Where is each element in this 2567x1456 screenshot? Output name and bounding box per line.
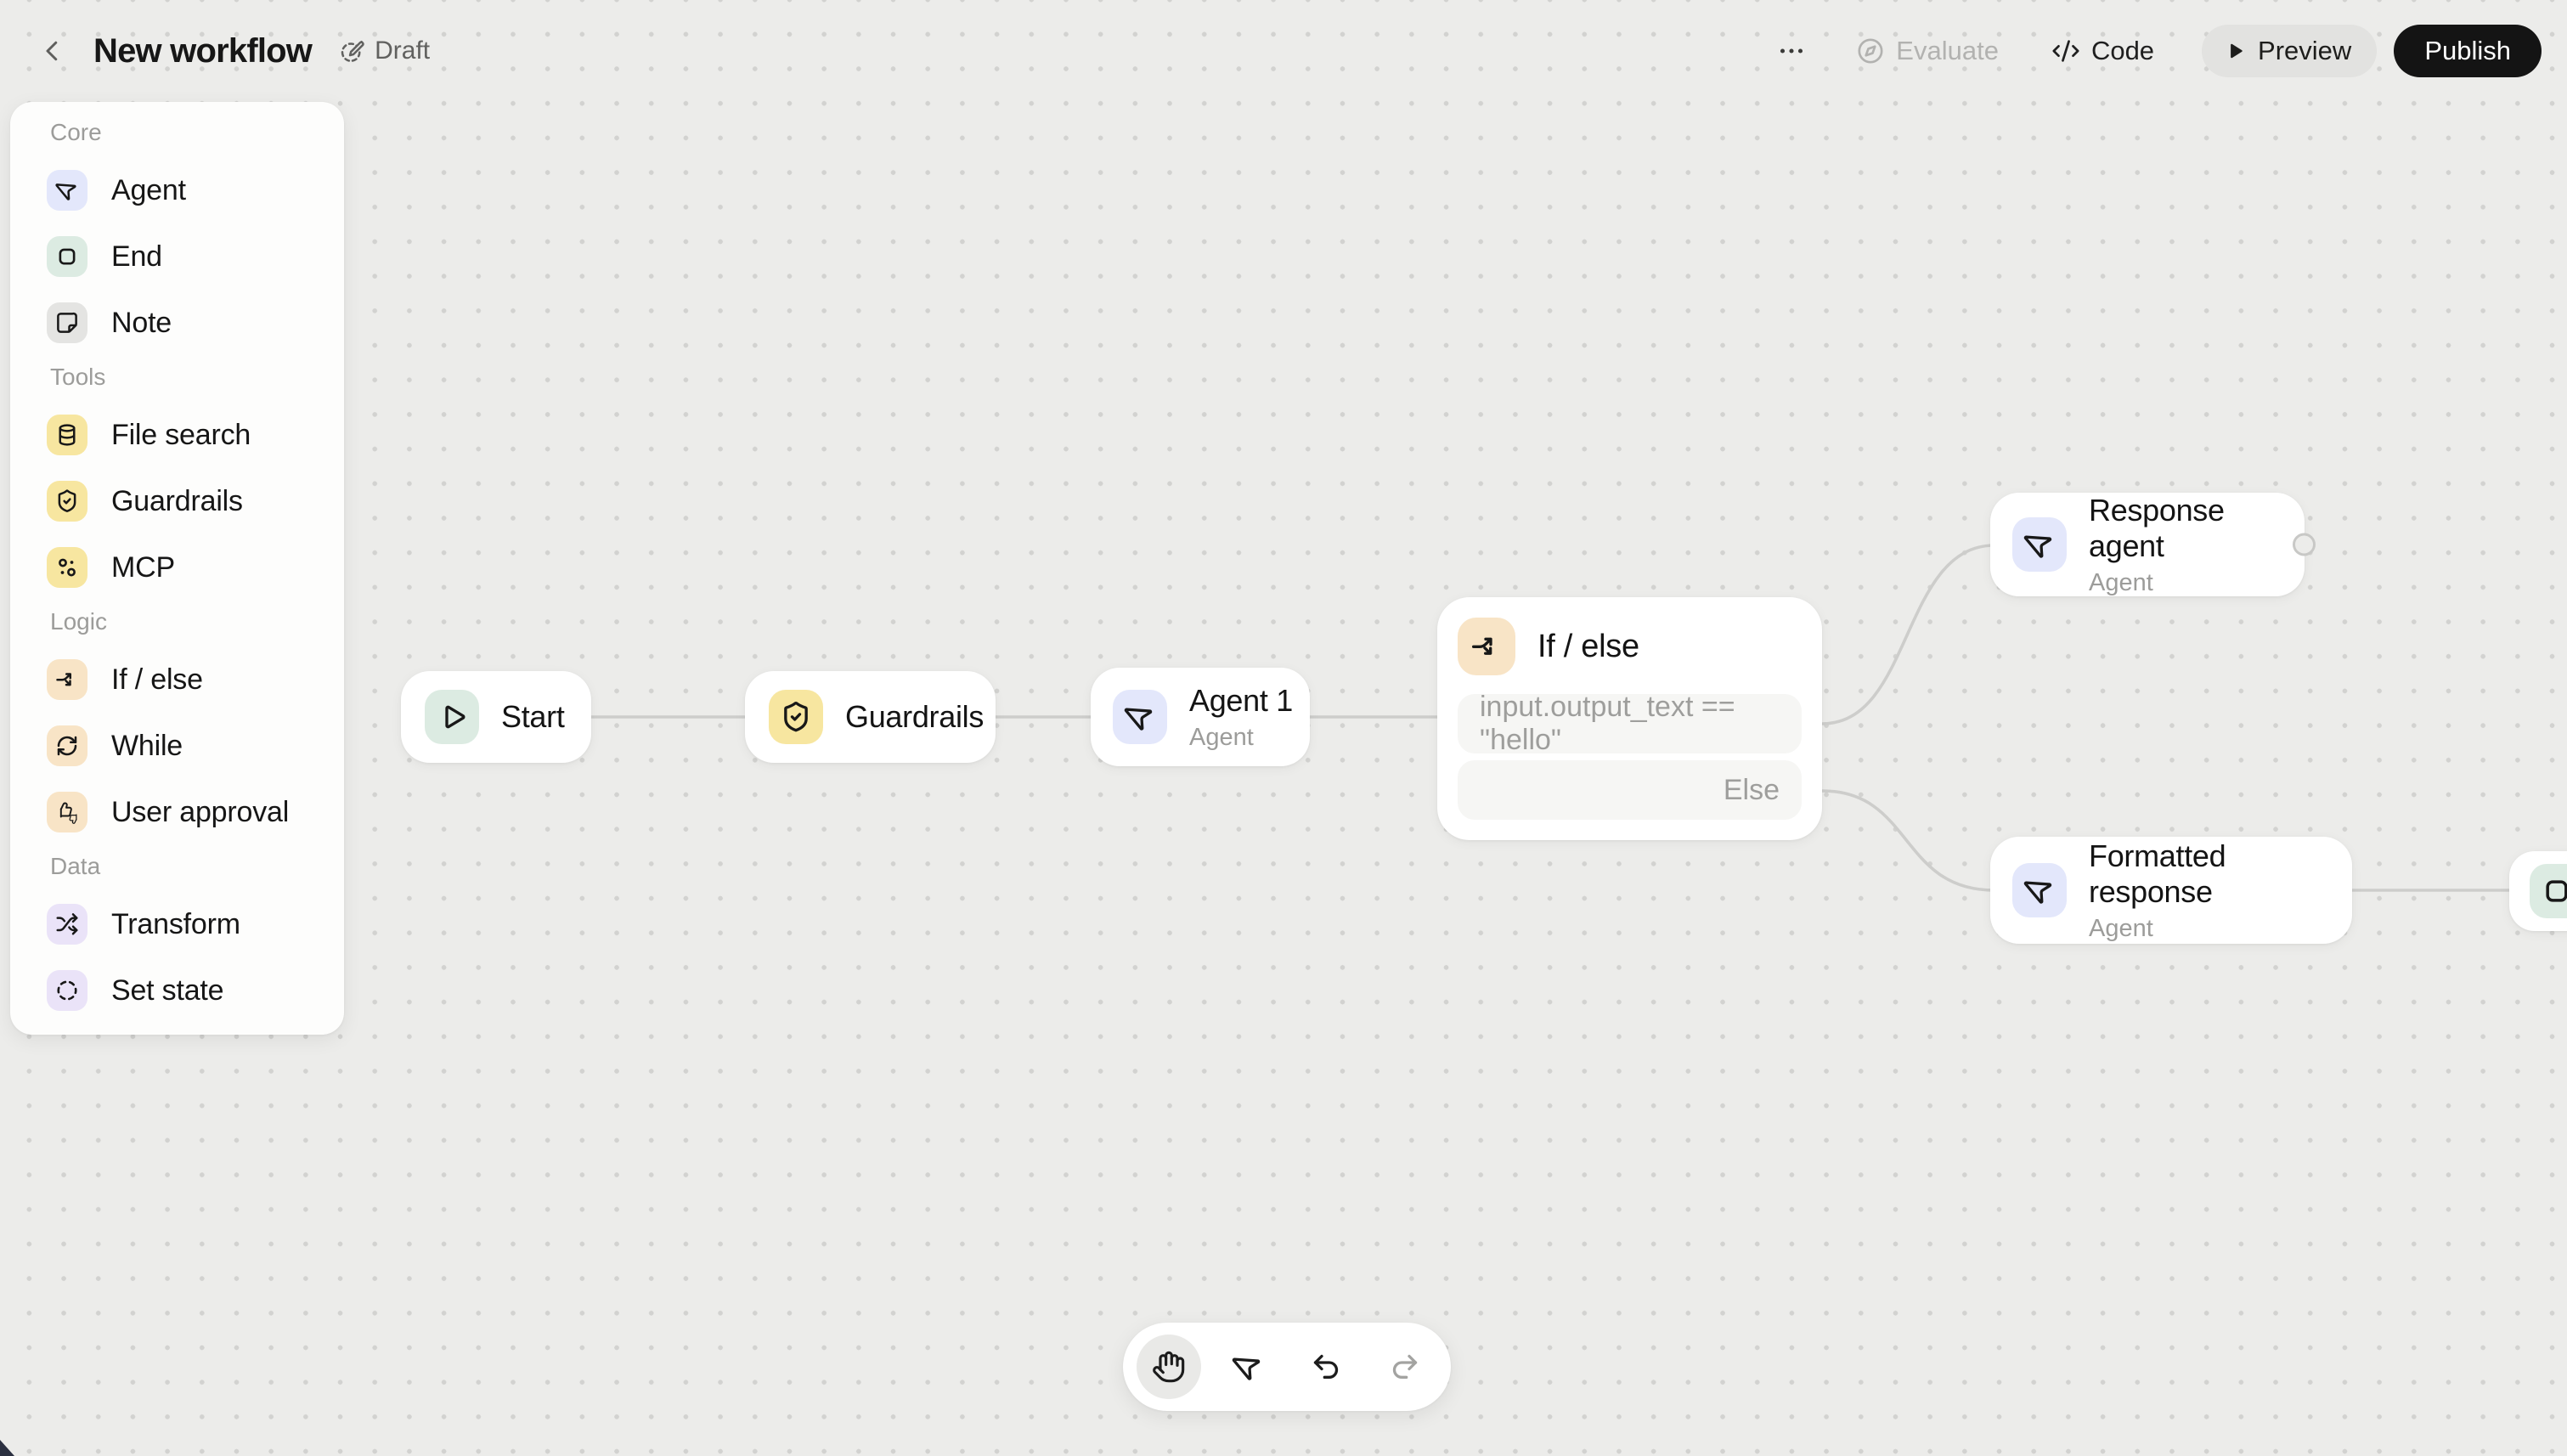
sidebar-item-label: While (111, 729, 183, 762)
code-icon (2052, 40, 2079, 62)
edge-if-response-agent (1820, 544, 1996, 725)
select-tool-button[interactable] (1216, 1335, 1280, 1399)
play-icon (2231, 43, 2243, 59)
sidebar-item-label: Set state (111, 973, 224, 1007)
shield-check-icon (769, 690, 823, 744)
node-guardrails[interactable]: Guardrails (745, 671, 996, 763)
split-arrows-icon (47, 659, 87, 700)
redo-button[interactable] (1373, 1335, 1437, 1399)
sidebar-item-end[interactable]: End (47, 236, 344, 277)
back-button[interactable] (32, 31, 73, 71)
agent-cursor-icon (47, 170, 87, 211)
undo-button[interactable] (1294, 1335, 1358, 1399)
select-cursor-icon (1232, 1357, 1260, 1380)
node-start[interactable]: Start (401, 671, 591, 763)
sidebar-item-label: End (111, 240, 162, 273)
sidebar-item-agent[interactable]: Agent (47, 170, 344, 211)
sidebar-item-while[interactable]: While (47, 725, 344, 766)
mcp-icon (47, 547, 87, 588)
sidebar-item-label: MCP (111, 550, 175, 584)
ifelse-else-label: Else (1723, 773, 1780, 806)
node-subtitle: Agent (2089, 568, 2153, 596)
preview-button[interactable]: Preview (2202, 25, 2378, 77)
pan-hand-icon (1153, 1351, 1185, 1383)
section-label-tools: Tools (50, 364, 106, 390)
sidebar-item-set-state[interactable]: Set state (47, 970, 344, 1011)
sidebar-item-transform[interactable]: Transform (47, 904, 344, 945)
page-title: New workflow (93, 31, 313, 70)
screen-corner-artifact (0, 1440, 14, 1456)
ifelse-condition-row[interactable]: input.output_text == "hello" (1458, 691, 1802, 756)
sidebar-item-if-else[interactable]: If / else (47, 659, 344, 700)
back-chevron-icon (46, 41, 58, 61)
sidebar-item-label: Agent (111, 173, 186, 206)
sidebar-item-note[interactable]: Note (47, 302, 344, 343)
dashed-circle-icon (47, 970, 87, 1011)
node-if-else[interactable]: If / else input.output_text == "hello" E… (1437, 597, 1822, 840)
sidebar-item-label: If / else (111, 663, 203, 696)
node-title: Response agent (2089, 492, 2225, 563)
ifelse-else-row[interactable]: Else (1458, 760, 1802, 820)
sidebar-item-mcp[interactable]: MCP (47, 547, 344, 588)
section-label-data: Data (50, 853, 101, 879)
database-icon (47, 415, 87, 455)
end-square-icon (47, 236, 87, 277)
sidebar-item-label: Note (111, 306, 172, 339)
node-title: Guardrails (845, 699, 984, 734)
edge-else-formatted-response (1820, 789, 1996, 892)
preview-label: Preview (2258, 36, 2352, 65)
section-label-logic: Logic (50, 608, 107, 635)
workflow-canvas[interactable]: New workflow Draft Evaluate Code Preview… (0, 0, 2567, 1456)
node-response-agent[interactable]: Response agent Agent (1990, 492, 2316, 596)
node-formatted-response[interactable]: Formatted response Agent (1990, 837, 2352, 944)
ifelse-condition-text: input.output_text == "hello" (1480, 691, 1735, 756)
shield-check-icon (47, 481, 87, 522)
sidebar-item-label: Guardrails (111, 484, 243, 517)
header: New workflow Draft Evaluate Code Preview… (0, 0, 2567, 102)
more-options-button[interactable] (1776, 36, 1807, 66)
ifelse-split-icon (1458, 618, 1515, 675)
node-agent-1[interactable]: Agent 1 Agent (1091, 668, 1310, 766)
evaluate-label: Evaluate (1896, 36, 1999, 65)
node-title: Formatted response (2089, 838, 2226, 909)
pan-tool-button[interactable] (1137, 1335, 1201, 1399)
sidebar-item-label: Transform (111, 907, 240, 940)
sidebar-item-guardrails[interactable]: Guardrails (47, 481, 344, 522)
sidebar-item-user-approval[interactable]: User approval (47, 792, 344, 832)
node-title: If / else (1537, 628, 1639, 664)
sidebar-item-file-search[interactable]: File search (47, 415, 344, 455)
start-play-icon (425, 690, 479, 744)
code-button[interactable]: Code (2051, 36, 2154, 66)
node-subtitle: Agent (2089, 914, 2153, 942)
publish-button[interactable]: Publish (2394, 25, 2542, 77)
node-subtitle: Agent (1189, 723, 1254, 751)
publish-label: Publish (2424, 36, 2511, 65)
status-badge: Draft (339, 37, 430, 65)
node-title: Agent 1 (1189, 682, 1294, 718)
status-badge-label: Draft (375, 37, 431, 65)
section-label-core: Core (50, 119, 102, 145)
note-icon (47, 302, 87, 343)
agent-cursor-icon (1113, 690, 1167, 744)
agent-cursor-icon (2012, 863, 2067, 917)
node-title: Start (501, 699, 565, 734)
evaluate-button[interactable]: Evaluate (1856, 36, 1999, 66)
more-ellipsis-icon (1780, 48, 1803, 54)
thumbs-approval-icon (47, 792, 87, 832)
code-label: Code (2090, 36, 2155, 65)
edit-draft-icon (341, 40, 364, 62)
loop-icon (47, 725, 87, 766)
evaluate-compass-icon (1858, 38, 1883, 64)
canvas-toolbar (1123, 1323, 1451, 1411)
output-port[interactable] (2293, 533, 2316, 556)
node-palette: Core Agent End Note Tools File search Gu… (10, 102, 344, 1035)
undo-icon (1314, 1354, 1339, 1379)
agent-cursor-icon (2012, 517, 2067, 572)
shuffle-icon (47, 904, 87, 945)
sidebar-item-label: File search (111, 418, 251, 451)
node-end-partial[interactable] (2509, 851, 2567, 931)
redo-icon (1392, 1354, 1418, 1379)
end-square-icon (2530, 864, 2567, 918)
sidebar-item-label: User approval (111, 795, 290, 828)
